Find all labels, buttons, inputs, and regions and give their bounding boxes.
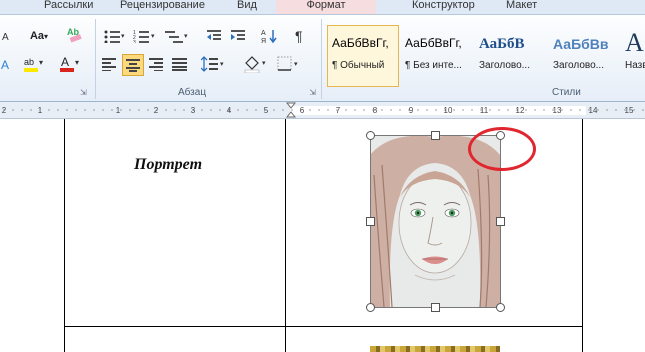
- svg-text:A: A: [261, 30, 266, 37]
- font-dialog-launcher-icon[interactable]: ⇲: [80, 88, 87, 97]
- svg-text:▾: ▾: [75, 58, 79, 67]
- ruler-number: 5: [264, 106, 269, 115]
- svg-text:▾: ▾: [184, 33, 188, 40]
- tab-mailings[interactable]: Рассылки: [44, 0, 93, 14]
- tab-view[interactable]: Вид: [237, 0, 257, 14]
- ruler-number: 13: [553, 106, 562, 115]
- style-title[interactable]: А Назв: [620, 25, 645, 87]
- style-sample: АаБбВвГг,: [332, 36, 389, 50]
- paragraph-group: ▾ 1 2 3 ▾ ▾ AЯ ¶ ▾ ▾ ▾ Абзац ⇲: [96, 15, 320, 101]
- align-center-icon[interactable]: [122, 54, 144, 76]
- svg-text:A: A: [1, 58, 9, 71]
- resize-handle-right[interactable]: [496, 217, 505, 226]
- font-color-button[interactable]: A ▾: [56, 55, 82, 73]
- highlight-color-button[interactable]: ab ▾: [20, 55, 46, 73]
- style-name: ¶ Обычный: [332, 60, 385, 71]
- multilevel-list-icon[interactable]: ▾: [164, 27, 192, 45]
- decrease-indent-icon[interactable]: [206, 27, 224, 45]
- svg-text:▾: ▾: [121, 33, 125, 40]
- resize-handle-bottom-left[interactable]: [366, 303, 375, 312]
- styles-group-label: Стили: [552, 87, 581, 98]
- borders-icon[interactable]: ▾: [276, 55, 304, 73]
- increase-indent-icon[interactable]: [230, 27, 248, 45]
- style-heading-2[interactable]: АаБбВв Заголово...: [548, 25, 620, 87]
- tab-layout[interactable]: Макет: [506, 0, 537, 14]
- ruler-number: 6: [300, 106, 305, 115]
- change-case-arrow-icon[interactable]: A: [0, 27, 14, 45]
- clear-format-icon[interactable]: Ab: [64, 25, 86, 43]
- horizontal-ruler[interactable]: 21123456789101112131415: [0, 102, 645, 119]
- align-left-icon[interactable]: [100, 55, 120, 73]
- svg-text:▾: ▾: [151, 33, 155, 40]
- align-right-icon[interactable]: [146, 55, 166, 73]
- style-sample: А: [625, 28, 644, 57]
- ribbon: A Aa ▾ Ab A ab ▾ A ▾ ▾ 1 2 3 ▾ ▾ A Я ¶ ▾…: [0, 15, 645, 102]
- svg-text:ab: ab: [24, 57, 34, 67]
- justify-icon[interactable]: [170, 55, 190, 73]
- style-name: Заголово...: [479, 60, 530, 71]
- svg-text:Я: Я: [261, 38, 266, 44]
- style-normal[interactable]: АаБбВвГг, ¶ Обычный: [327, 25, 399, 87]
- change-case-label: Aa: [29, 30, 45, 42]
- second-image[interactable]: [370, 346, 500, 352]
- table-border-middle: [285, 119, 286, 352]
- resize-handle-top-left[interactable]: [366, 131, 375, 140]
- svg-text:▾: ▾: [262, 60, 266, 67]
- ruler-number: 8: [373, 106, 378, 115]
- ruler-number: 7: [336, 106, 341, 115]
- styles-group: АаБбВвГг, ¶ Обычный АаБбВвГг, ¶ Без инте…: [322, 15, 645, 101]
- svg-text:▾: ▾: [220, 61, 224, 68]
- line-spacing-icon[interactable]: ▾: [200, 55, 228, 73]
- shading-icon[interactable]: ▾: [242, 55, 270, 73]
- style-name: ¶ Без инте...: [405, 60, 462, 71]
- paragraph-group-label: Абзац: [178, 87, 207, 98]
- document-area[interactable]: Портрет: [0, 119, 645, 352]
- resize-handle-bottom[interactable]: [431, 303, 440, 312]
- style-name: Назв: [625, 60, 645, 71]
- ruler-number: 2: [154, 106, 159, 115]
- table-row-border: [64, 326, 583, 327]
- ribbon-tab-bar: Рассылки Рецензирование Вид Формат Конст…: [0, 0, 645, 15]
- resize-handle-bottom-right[interactable]: [496, 303, 505, 312]
- show-marks-icon[interactable]: ¶: [292, 27, 310, 45]
- red-annotation-circle: [468, 127, 536, 171]
- ruler-ticks: 21123456789101112131415: [2, 106, 644, 115]
- svg-text:A: A: [61, 55, 69, 69]
- style-heading-1[interactable]: АаБбВ Заголово...: [474, 25, 548, 87]
- ruler-number: 9: [409, 106, 414, 115]
- tab-format[interactable]: Формат: [276, 0, 376, 14]
- style-sample: АаБбВв: [553, 36, 609, 52]
- style-no-spacing[interactable]: АаБбВвГг, ¶ Без инте...: [400, 25, 474, 87]
- svg-text:A: A: [2, 32, 9, 41]
- indent-marker-icon[interactable]: [286, 102, 296, 118]
- ruler-number: 14: [589, 106, 598, 115]
- ruler-number: 1: [116, 106, 121, 115]
- tab-design[interactable]: Конструктор: [412, 0, 475, 14]
- sort-icon[interactable]: AЯ: [260, 27, 278, 45]
- resize-handle-left[interactable]: [366, 217, 375, 226]
- svg-text:¶: ¶: [295, 28, 303, 44]
- table-border-right: [582, 119, 583, 352]
- table-border-left: [64, 119, 65, 352]
- style-sample: АаБбВвГг,: [405, 36, 462, 50]
- numbering-icon[interactable]: 1 2 3 ▾: [132, 27, 158, 45]
- svg-text:3: 3: [133, 40, 136, 43]
- bullets-icon[interactable]: ▾: [102, 27, 128, 45]
- style-name: Заголово...: [553, 60, 604, 71]
- resize-handle-top[interactable]: [431, 131, 440, 140]
- dialog-launcher-icon[interactable]: ⇲: [309, 88, 316, 97]
- svg-text:▾: ▾: [294, 61, 298, 68]
- tab-review[interactable]: Рецензирование: [120, 0, 205, 14]
- change-case-button[interactable]: Aa ▾: [26, 27, 52, 45]
- style-sample: АаБбВ: [479, 36, 525, 52]
- text-effects-icon[interactable]: A: [0, 55, 14, 73]
- cell-caption[interactable]: Портрет: [134, 156, 202, 174]
- ruler-number: 15: [625, 106, 634, 115]
- svg-text:▾: ▾: [39, 58, 43, 67]
